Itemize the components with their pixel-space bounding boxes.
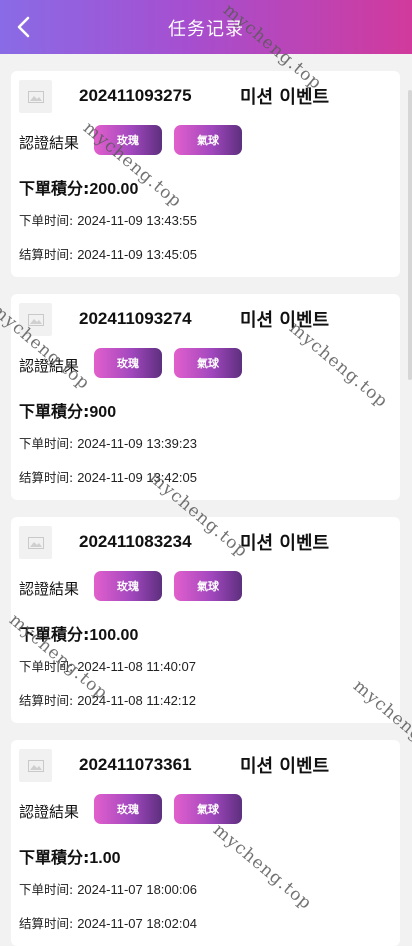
order-time-value: 2024-11-09 13:43:55 — [77, 213, 197, 228]
scrollbar[interactable] — [408, 90, 412, 380]
points-row: 下單積分:100.00 — [19, 621, 138, 645]
order-time-row: 下单时间: 2024-11-07 18:00:06 — [19, 879, 197, 898]
order-time-label: 下单时间: — [19, 882, 74, 897]
settle-time-value: 2024-11-09 13:45:05 — [77, 247, 197, 262]
points-value: 1.00 — [89, 850, 121, 867]
tag-rose: 玫瑰 — [94, 794, 162, 824]
event-name: 미션 이벤트 — [240, 310, 330, 331]
record-thumbnail — [19, 80, 52, 113]
order-number: 202411073361 — [79, 755, 192, 774]
tag-balloon: 氣球 — [174, 571, 242, 601]
tag-balloon: 氣球 — [174, 794, 242, 824]
points-row: 下單積分:200.00 — [19, 175, 138, 199]
order-time-label: 下单时间: — [19, 659, 74, 674]
settle-time-label: 结算时间: — [19, 693, 74, 708]
points-value: 900 — [89, 404, 117, 421]
record-thumbnail — [19, 749, 52, 782]
settle-time-row: 结算时间: 2024-11-09 13:42:05 — [19, 467, 197, 486]
settle-time-value: 2024-11-07 18:02:04 — [77, 916, 197, 931]
points-row: 下單積分:1.00 — [19, 844, 121, 868]
settle-time-value: 2024-11-08 11:42:12 — [77, 693, 196, 708]
settle-time-label: 结算时间: — [19, 916, 74, 931]
event-name: 미션 이벤트 — [240, 756, 330, 777]
points-row: 下單積分:900 — [19, 398, 116, 422]
result-label: 認證結果 — [19, 357, 80, 375]
tag-rose: 玫瑰 — [94, 125, 162, 155]
order-time-label: 下单时间: — [19, 436, 74, 451]
order-time-row: 下单时间: 2024-11-09 13:43:55 — [19, 210, 197, 229]
image-placeholder-icon — [27, 90, 44, 103]
result-label: 認證結果 — [19, 580, 80, 598]
tag-balloon: 氣球 — [174, 348, 242, 378]
order-time-value: 2024-11-09 13:39:23 — [77, 436, 197, 451]
event-name: 미션 이벤트 — [240, 533, 330, 554]
app-header: 任务记录 — [0, 0, 412, 54]
points-label: 下單積分: — [19, 625, 90, 644]
settle-time-value: 2024-11-09 13:42:05 — [77, 470, 197, 485]
tag-rose: 玫瑰 — [94, 571, 162, 601]
order-time-row: 下单时间: 2024-11-08 11:40:07 — [19, 656, 196, 675]
order-number: 202411083234 — [79, 532, 192, 551]
event-name: 미션 이벤트 — [240, 87, 330, 108]
record-card[interactable]: 202411093275 미션 이벤트 認證結果 玫瑰 氣球 下單積分:200.… — [11, 71, 400, 277]
order-number: 202411093274 — [79, 309, 192, 328]
record-card[interactable]: 202411093274 미션 이벤트 認證結果 玫瑰 氣球 下單積分:900 … — [11, 294, 400, 500]
order-time-label: 下单时间: — [19, 213, 74, 228]
result-label: 認證結果 — [19, 803, 80, 821]
tag-balloon: 氣球 — [174, 125, 242, 155]
settle-time-label: 结算时间: — [19, 470, 74, 485]
points-value: 200.00 — [89, 181, 139, 198]
settle-time-row: 结算时间: 2024-11-09 13:45:05 — [19, 244, 197, 263]
order-time-row: 下单时间: 2024-11-09 13:39:23 — [19, 433, 197, 452]
image-placeholder-icon — [27, 536, 44, 549]
points-label: 下單積分: — [19, 179, 90, 198]
order-time-value: 2024-11-07 18:00:06 — [77, 882, 197, 897]
points-label: 下單積分: — [19, 848, 90, 867]
record-thumbnail — [19, 526, 52, 559]
order-time-value: 2024-11-08 11:40:07 — [77, 659, 196, 674]
tag-rose: 玫瑰 — [94, 348, 162, 378]
image-placeholder-icon — [27, 313, 44, 326]
result-label: 認證結果 — [19, 134, 80, 152]
settle-time-label: 结算时间: — [19, 247, 74, 262]
settle-time-row: 结算时间: 2024-11-08 11:42:12 — [19, 690, 196, 709]
record-card[interactable]: 202411073361 미션 이벤트 認證結果 玫瑰 氣球 下單積分:1.00… — [11, 740, 400, 946]
points-label: 下單積分: — [19, 402, 90, 421]
points-value: 100.00 — [89, 627, 139, 644]
page-title: 任务记录 — [168, 19, 244, 40]
image-placeholder-icon — [27, 759, 44, 772]
record-card[interactable]: 202411083234 미션 이벤트 認證結果 玫瑰 氣球 下單積分:100.… — [11, 517, 400, 723]
settle-time-row: 结算时间: 2024-11-07 18:02:04 — [19, 913, 197, 932]
record-thumbnail — [19, 303, 52, 336]
order-number: 202411093275 — [79, 86, 192, 105]
